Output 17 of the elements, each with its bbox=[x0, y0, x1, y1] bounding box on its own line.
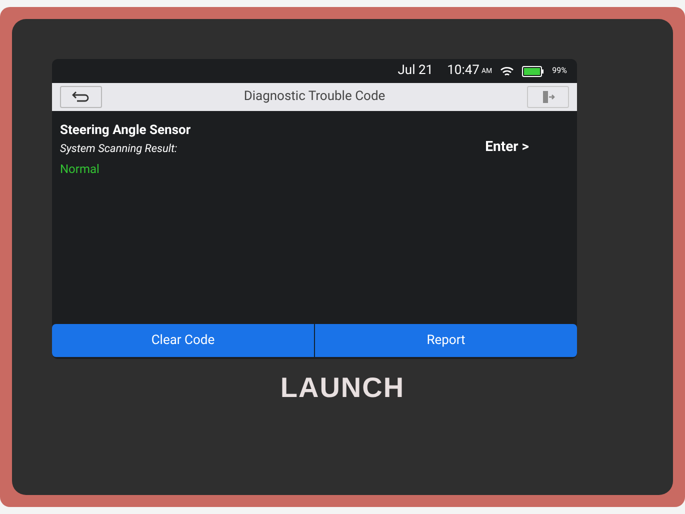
result-status: Normal bbox=[60, 161, 100, 178]
action-button[interactable]: Report bbox=[315, 324, 577, 357]
back-icon bbox=[72, 91, 90, 103]
back-button[interactable] bbox=[60, 86, 102, 108]
screen-title: Diagnostic Trouble Code bbox=[242, 88, 386, 106]
battery-icon bbox=[522, 66, 544, 76]
status-time: 10:47 bbox=[447, 62, 480, 80]
enter-link[interactable]: Enter > bbox=[485, 137, 529, 158]
status-date: Jul 21 bbox=[398, 62, 434, 80]
exit-button[interactable] bbox=[527, 86, 569, 108]
brand-logo: LAUNCH bbox=[280, 371, 405, 405]
exit-door-icon bbox=[541, 90, 555, 104]
action-button[interactable]: Clear Code bbox=[52, 324, 315, 357]
system-name: Steering Angle Sensor bbox=[60, 122, 192, 140]
wifi-icon bbox=[500, 66, 514, 76]
battery-percent: 99% bbox=[552, 65, 567, 77]
result-label: System Scanning Result: bbox=[60, 140, 178, 156]
